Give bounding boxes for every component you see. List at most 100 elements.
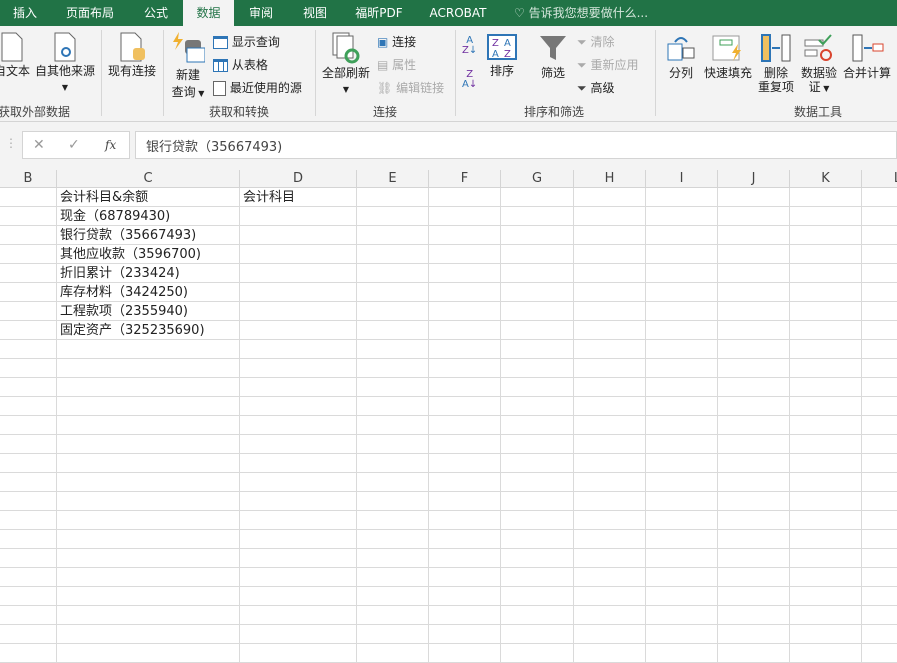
cell-c2[interactable]: 现金（68789430) — [57, 207, 240, 226]
cell-k3[interactable] — [790, 226, 862, 245]
cell-d18[interactable] — [240, 511, 357, 530]
cell-k4[interactable] — [790, 245, 862, 264]
cell-h4[interactable] — [574, 245, 646, 264]
cell-i12[interactable] — [646, 397, 718, 416]
cell-h6[interactable] — [574, 283, 646, 302]
column-header-h[interactable]: H — [574, 170, 646, 188]
cell-i15[interactable] — [646, 454, 718, 473]
cell-e6[interactable] — [357, 283, 429, 302]
cell-j4[interactable] — [718, 245, 790, 264]
cell-i6[interactable] — [646, 283, 718, 302]
cell-c13[interactable] — [57, 416, 240, 435]
cell-c4[interactable]: 其他应收款（3596700) — [57, 245, 240, 264]
cell-l21[interactable] — [862, 568, 897, 587]
text-to-columns-button[interactable]: 分列 — [664, 34, 698, 84]
cell-j1[interactable] — [718, 188, 790, 207]
cell-i17[interactable] — [646, 492, 718, 511]
cell-h9[interactable] — [574, 340, 646, 359]
consolidate-button[interactable]: 合并计算 — [842, 34, 892, 84]
cell-i5[interactable] — [646, 264, 718, 283]
cell-i24[interactable] — [646, 625, 718, 644]
cell-l8[interactable] — [862, 321, 897, 340]
cell-g8[interactable] — [501, 321, 574, 340]
cell-b8[interactable] — [0, 321, 57, 340]
cell-c1[interactable]: 会计科目&余额 — [57, 188, 240, 207]
cell-f20[interactable] — [429, 549, 501, 568]
cell-j17[interactable] — [718, 492, 790, 511]
cell-l24[interactable] — [862, 625, 897, 644]
cell-g22[interactable] — [501, 587, 574, 606]
cell-l4[interactable] — [862, 245, 897, 264]
cell-h19[interactable] — [574, 530, 646, 549]
cell-i3[interactable] — [646, 226, 718, 245]
cell-i18[interactable] — [646, 511, 718, 530]
cell-e2[interactable] — [357, 207, 429, 226]
cell-j11[interactable] — [718, 378, 790, 397]
column-header-g[interactable]: G — [501, 170, 574, 188]
column-header-l[interactable]: L — [862, 170, 897, 188]
insert-function-icon[interactable]: fx — [105, 138, 116, 152]
cell-l11[interactable] — [862, 378, 897, 397]
cell-c23[interactable] — [57, 606, 240, 625]
column-header-f[interactable]: F — [429, 170, 501, 188]
cell-d12[interactable] — [240, 397, 357, 416]
cell-b13[interactable] — [0, 416, 57, 435]
cell-c22[interactable] — [57, 587, 240, 606]
cell-e22[interactable] — [357, 587, 429, 606]
tab-formulas[interactable]: 公式 — [130, 0, 182, 26]
cell-l6[interactable] — [862, 283, 897, 302]
cell-e16[interactable] — [357, 473, 429, 492]
cell-k8[interactable] — [790, 321, 862, 340]
cell-l12[interactable] — [862, 397, 897, 416]
cell-f7[interactable] — [429, 302, 501, 321]
cell-b4[interactable] — [0, 245, 57, 264]
cell-h13[interactable] — [574, 416, 646, 435]
cell-h8[interactable] — [574, 321, 646, 340]
cell-c8[interactable]: 固定资产（325235690) — [57, 321, 240, 340]
cell-h18[interactable] — [574, 511, 646, 530]
clear-filter-button[interactable]: ⏷ 清除 — [577, 33, 614, 50]
sort-descending-button[interactable]: Z A↓ — [462, 70, 477, 90]
cell-h14[interactable] — [574, 435, 646, 454]
cell-f3[interactable] — [429, 226, 501, 245]
cell-b6[interactable] — [0, 283, 57, 302]
cell-h22[interactable] — [574, 587, 646, 606]
cell-b11[interactable] — [0, 378, 57, 397]
cell-g19[interactable] — [501, 530, 574, 549]
cell-k22[interactable] — [790, 587, 862, 606]
cell-e1[interactable] — [357, 188, 429, 207]
cell-j8[interactable] — [718, 321, 790, 340]
column-header-b[interactable]: B — [0, 170, 57, 188]
cell-j14[interactable] — [718, 435, 790, 454]
cell-k1[interactable] — [790, 188, 862, 207]
cell-f4[interactable] — [429, 245, 501, 264]
cell-j22[interactable] — [718, 587, 790, 606]
cell-h20[interactable] — [574, 549, 646, 568]
cell-e3[interactable] — [357, 226, 429, 245]
cell-e23[interactable] — [357, 606, 429, 625]
cell-g1[interactable] — [501, 188, 574, 207]
cell-h24[interactable] — [574, 625, 646, 644]
remove-duplicates-button[interactable]: 删除 重复项 — [757, 34, 795, 101]
cell-d16[interactable] — [240, 473, 357, 492]
cell-j3[interactable] — [718, 226, 790, 245]
cell-k6[interactable] — [790, 283, 862, 302]
cell-d22[interactable] — [240, 587, 357, 606]
cell-d17[interactable] — [240, 492, 357, 511]
cell-i13[interactable] — [646, 416, 718, 435]
cell-d8[interactable] — [240, 321, 357, 340]
cell-f17[interactable] — [429, 492, 501, 511]
cell-b1[interactable] — [0, 188, 57, 207]
column-header-j[interactable]: J — [718, 170, 790, 188]
cell-j9[interactable] — [718, 340, 790, 359]
cell-k16[interactable] — [790, 473, 862, 492]
cell-j12[interactable] — [718, 397, 790, 416]
cell-l7[interactable] — [862, 302, 897, 321]
cell-d14[interactable] — [240, 435, 357, 454]
refresh-all-button[interactable]: 全部刷新 ▼ — [320, 32, 372, 95]
cell-i8[interactable] — [646, 321, 718, 340]
existing-connections-button[interactable]: 现有连接 — [106, 32, 158, 79]
cell-i7[interactable] — [646, 302, 718, 321]
cell-d20[interactable] — [240, 549, 357, 568]
cell-l13[interactable] — [862, 416, 897, 435]
